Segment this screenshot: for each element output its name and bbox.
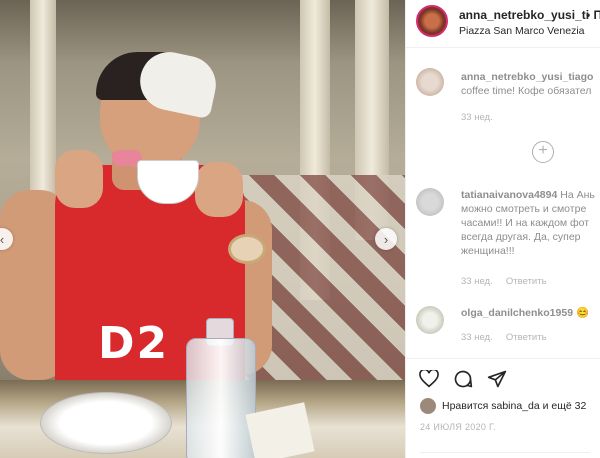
post-header: anna_netrebko_yusi_ti • Под Piazza San M… [406,0,600,48]
comment-line: 😊 [575,307,590,319]
next-photo-button[interactable]: › [375,228,397,250]
comment-username[interactable]: anna_netrebko_yusi_tiago [461,71,593,83]
likes-text: Нравится sabina_da и ещё 32 [442,400,587,412]
comment-time: 33 нед. Ответить [461,276,547,287]
share-icon [487,370,507,388]
water-bottle [186,338,256,458]
avatar[interactable] [416,306,444,334]
username-link[interactable]: anna_netrebko_yusi_ti [459,8,589,22]
chevron-right-icon: › [383,231,389,247]
likes-summary[interactable]: Нравится sabina_da и ещё 32 [420,398,586,414]
reply-button[interactable]: Ответить [506,332,547,343]
comment-icon [454,370,473,388]
avatar [420,398,436,414]
comment-time: 33 нед. [461,112,493,123]
reply-button[interactable]: Ответить [506,276,547,287]
post-date: 24 ИЮЛЯ 2020 Г. [420,422,496,432]
comment-username[interactable]: olga_danilchenko1959 [461,307,573,319]
comment-line: На Ань [560,189,595,201]
comment-line: всегда другая. Да, супер [461,231,581,243]
chevron-left-icon: ‹ [0,231,5,247]
shirt-print: D2 [98,318,170,369]
person-hand [195,162,243,217]
comment-username[interactable]: tatianaivanova4894 [461,189,557,201]
post-actions [418,368,508,390]
load-more-comments-button[interactable]: + [532,141,554,163]
location-link[interactable]: Piazza San Marco Venezia [459,25,585,37]
share-button[interactable] [486,368,508,390]
comment-time: 33 нед. Ответить [461,332,547,343]
plate [40,392,172,454]
comment-line: часами!! И на каждом фот [461,217,590,229]
post-photo[interactable]: D2 ‹ › [0,0,405,458]
comment-text: olga_danilchenko1959 😊 [461,306,600,320]
divider [406,358,600,359]
comment-line: женщина!!! [461,245,515,257]
follow-link[interactable]: • Под [586,8,600,22]
plus-circle-icon: + [538,142,548,159]
comment-line: coffee time! Кофе обязател [461,85,592,97]
wrist-watch [228,234,266,264]
person-hand [55,150,103,208]
avatar[interactable] [416,188,444,216]
avatar[interactable] [416,68,444,96]
heart-icon [419,370,439,388]
comment-button[interactable] [452,368,474,390]
post-details-panel: anna_netrebko_yusi_ti • Под Piazza San M… [405,0,600,458]
comment-text: tatianaivanova4894 На Ань можно смотреть… [461,188,600,258]
avatar[interactable] [416,5,448,37]
like-button[interactable] [418,368,440,390]
comment-line: можно смотреть и смотре [461,203,587,215]
arcade-ceiling [0,0,405,60]
comment-text: anna_netrebko_yusi_tiago coffee time! Ко… [461,70,600,98]
divider [420,452,590,453]
comment-time-value: 33 нед. [461,276,493,287]
comment-time-value: 33 нед. [461,332,493,343]
